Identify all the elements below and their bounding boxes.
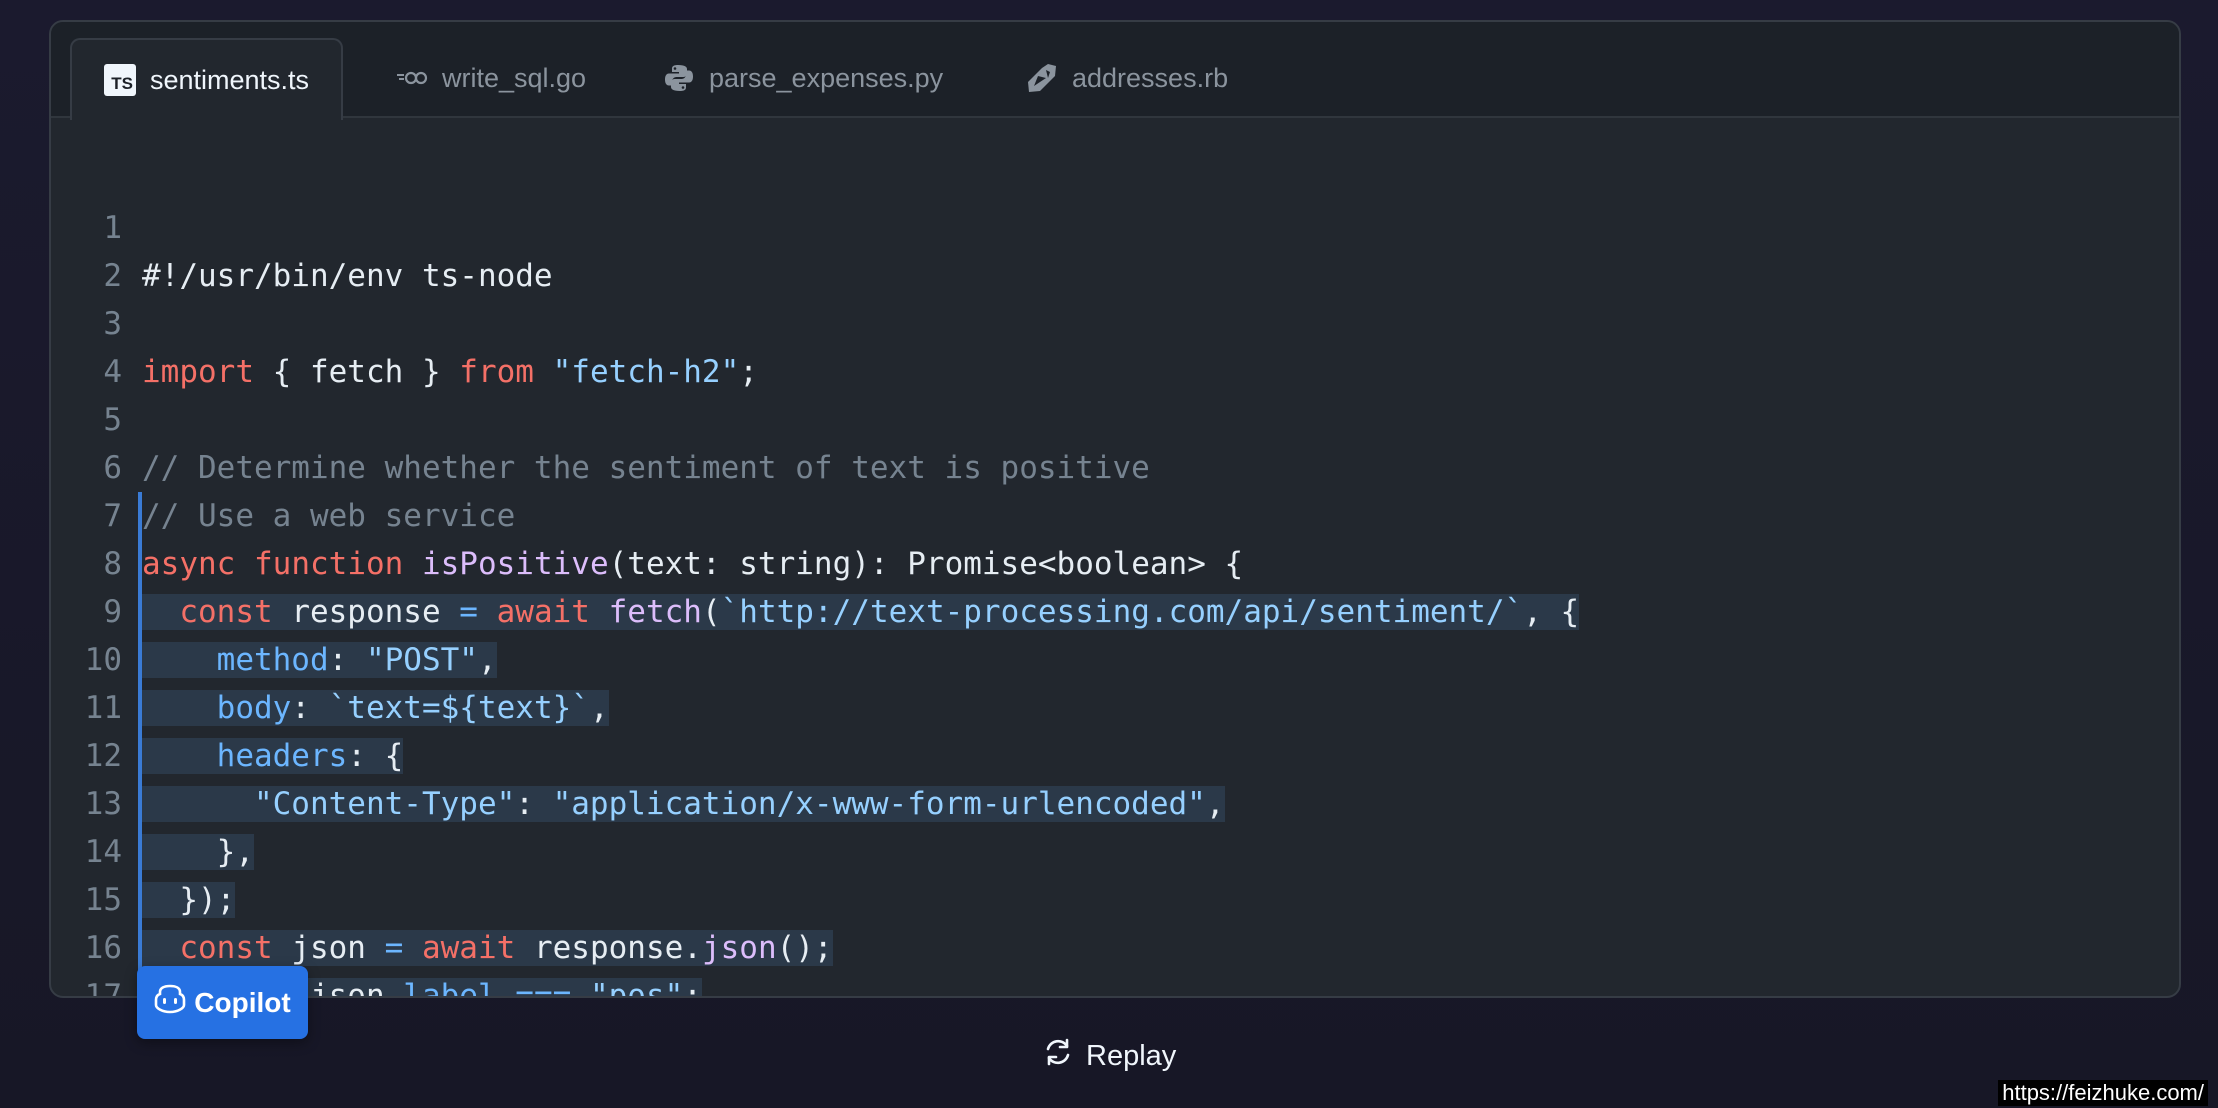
- suggested-line: 11 headers: {: [51, 636, 2179, 774]
- code-area[interactable]: 1 #!/usr/bin/env ts-node 2 3 import { fe…: [51, 156, 2179, 996]
- suggested-line: 12 "Content-Type": "application/x-www-fo…: [51, 684, 2179, 822]
- line-number: 17: [84, 978, 122, 998]
- code-line: 3 import { fetch } from "fetch-h2";: [51, 252, 2179, 390]
- replay-label: Replay: [1086, 1039, 1177, 1072]
- tab-sentiments-ts[interactable]: TS sentiments.ts: [70, 38, 344, 120]
- tab-addresses-rb[interactable]: addresses.rb: [1026, 38, 1228, 118]
- replay-button[interactable]: Replay: [1042, 1034, 1176, 1078]
- code-line: 2: [51, 204, 2179, 294]
- copilot-badge[interactable]: Copilot: [137, 966, 308, 1039]
- suggested-line: 16 return json.label === "pos";: [51, 876, 2179, 996]
- tab-bar: TS sentiments.ts write_sql.go parse_expe…: [51, 22, 2179, 120]
- code-editor: TS sentiments.ts write_sql.go parse_expe…: [49, 20, 2181, 998]
- tab-label: addresses.rb: [1072, 62, 1229, 93]
- ruby-icon: [1026, 62, 1058, 94]
- typescript-icon: TS: [104, 64, 136, 96]
- code-line: 5 // Determine whether the sentiment of …: [51, 348, 2179, 486]
- suggestion-marker: [138, 780, 142, 828]
- suggestion-marker: [138, 492, 142, 540]
- code-line: 7 async function isPositive(text: string…: [51, 444, 2179, 582]
- tab-parse-expenses-py[interactable]: parse_expenses.py: [663, 38, 943, 118]
- code-line: 1 #!/usr/bin/env ts-node: [51, 156, 2179, 294]
- copilot-label: Copilot: [194, 986, 291, 1018]
- replay-icon: [1042, 1036, 1086, 1076]
- suggested-line: 8 const response = await fetch(`http://t…: [51, 492, 2179, 630]
- suggestion-marker: [138, 540, 142, 588]
- copilot-icon: [154, 984, 194, 1021]
- python-icon: [663, 62, 695, 94]
- go-icon: [396, 70, 428, 86]
- suggested-line: 13 },: [51, 732, 2179, 870]
- suggestion-marker: [138, 828, 142, 876]
- suggestion-marker: [138, 636, 142, 684]
- suggestion-marker: [138, 732, 142, 780]
- code-line: 4: [51, 300, 2179, 390]
- tab-write-sql-go[interactable]: write_sql.go: [396, 38, 586, 118]
- suggestion-marker: [138, 876, 142, 924]
- suggested-line: 17 }: [51, 924, 2179, 996]
- tab-label: write_sql.go: [442, 62, 587, 93]
- suggested-line: 14 });: [51, 780, 2179, 918]
- tab-label: sentiments.ts: [150, 64, 310, 95]
- suggestion-marker: [138, 924, 142, 972]
- code-line: 6 // Use a web service: [51, 396, 2179, 534]
- suggested-line: 15 const json = await response.json();: [51, 828, 2179, 966]
- suggestion-marker: [138, 684, 142, 732]
- tab-label: parse_expenses.py: [709, 62, 944, 93]
- suggested-line: 10 body: `text=${text}`,: [51, 588, 2179, 726]
- suggested-line: 9 method: "POST",: [51, 540, 2179, 678]
- watermark: https://feizhuke.com/: [1998, 1080, 2208, 1106]
- suggestion-marker: [138, 588, 142, 636]
